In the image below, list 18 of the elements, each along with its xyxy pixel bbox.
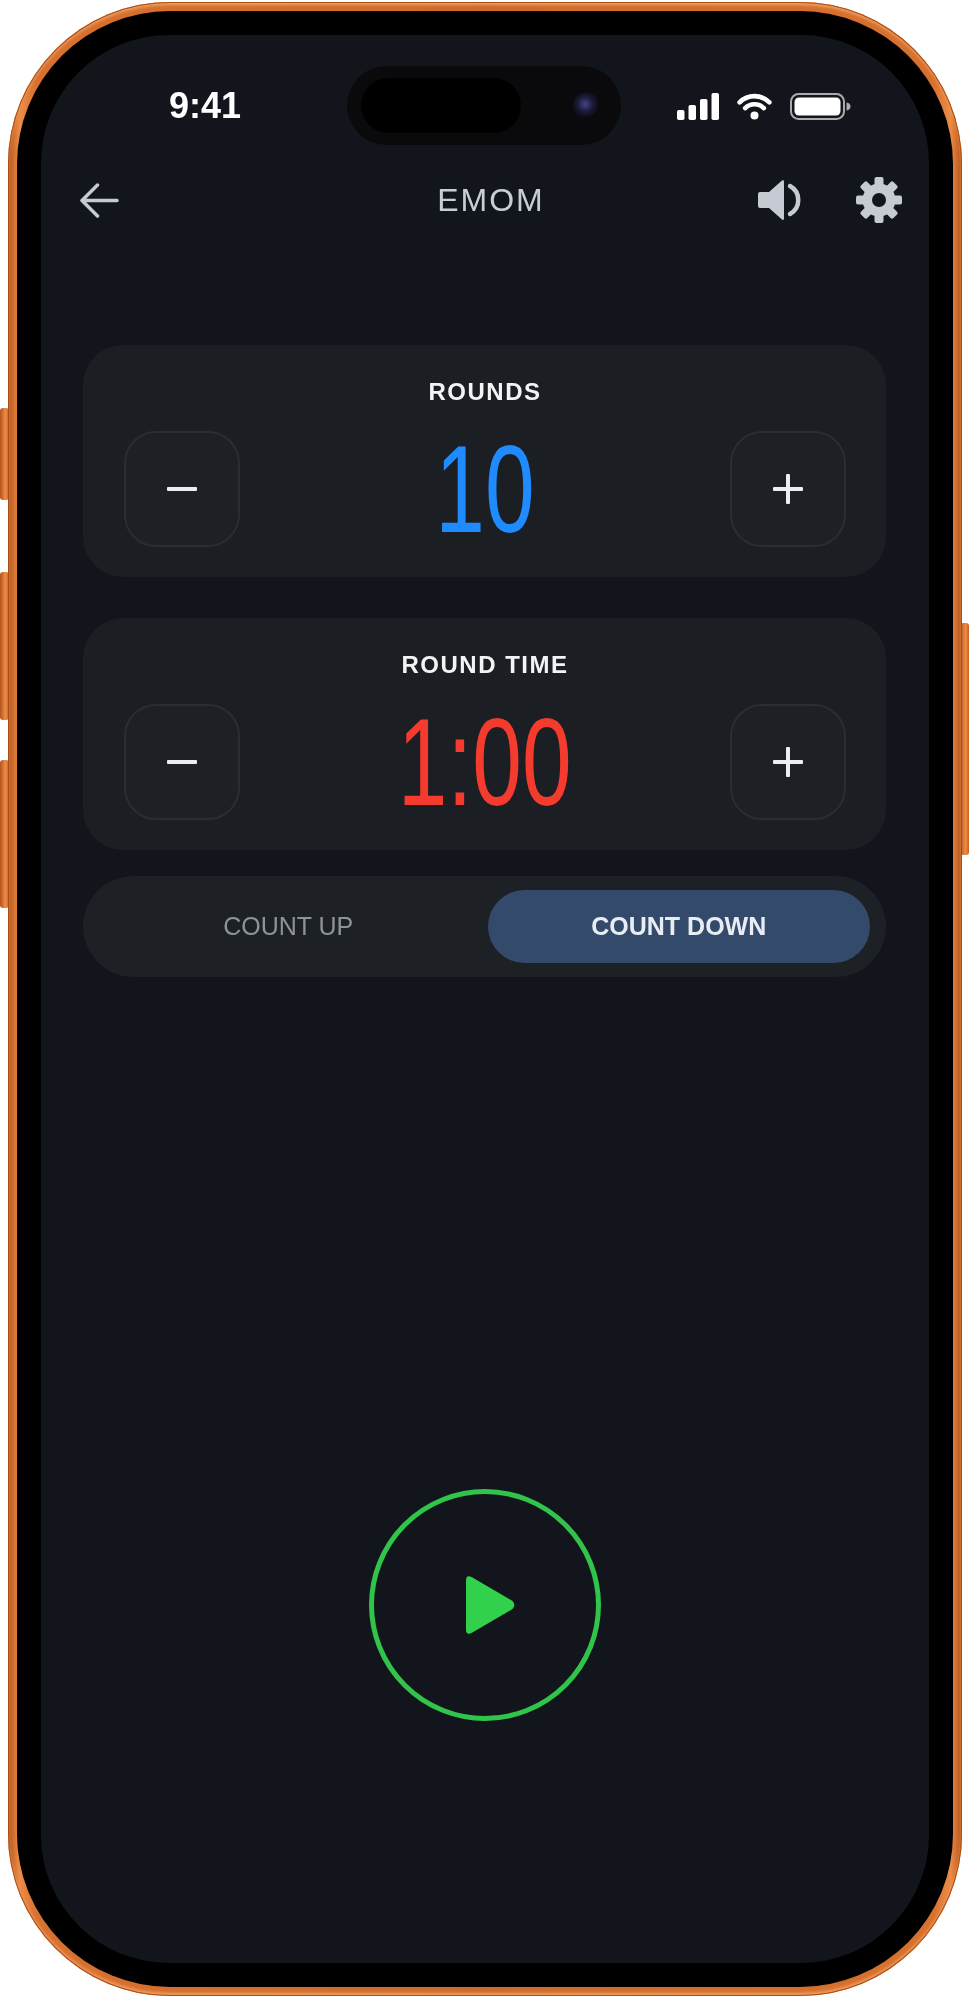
mode-tab[interactable]: COUNT UP [97, 890, 480, 963]
start-button[interactable] [368, 1489, 601, 1721]
mode-tab[interactable]: COUNT DOWN [487, 890, 870, 963]
counter-display: 1:00 [398, 700, 572, 824]
counter-display: 10 [435, 427, 535, 551]
back-arrow-icon[interactable] [80, 182, 119, 218]
status-time: 9:41 [169, 88, 242, 124]
plus-icon[interactable] [773, 747, 803, 777]
speaker-icon[interactable] [757, 177, 802, 223]
setting-label: ROUNDS [428, 378, 542, 406]
battery-icon [790, 92, 851, 120]
wifi-icon [736, 92, 773, 120]
signal-icon [677, 92, 719, 120]
setting-label: ROUND TIME [401, 651, 569, 679]
settings-icon[interactable] [856, 177, 902, 223]
play-icon[interactable] [464, 1574, 516, 1636]
screen-title: EMOM [437, 184, 545, 216]
plus-icon[interactable] [773, 474, 803, 504]
